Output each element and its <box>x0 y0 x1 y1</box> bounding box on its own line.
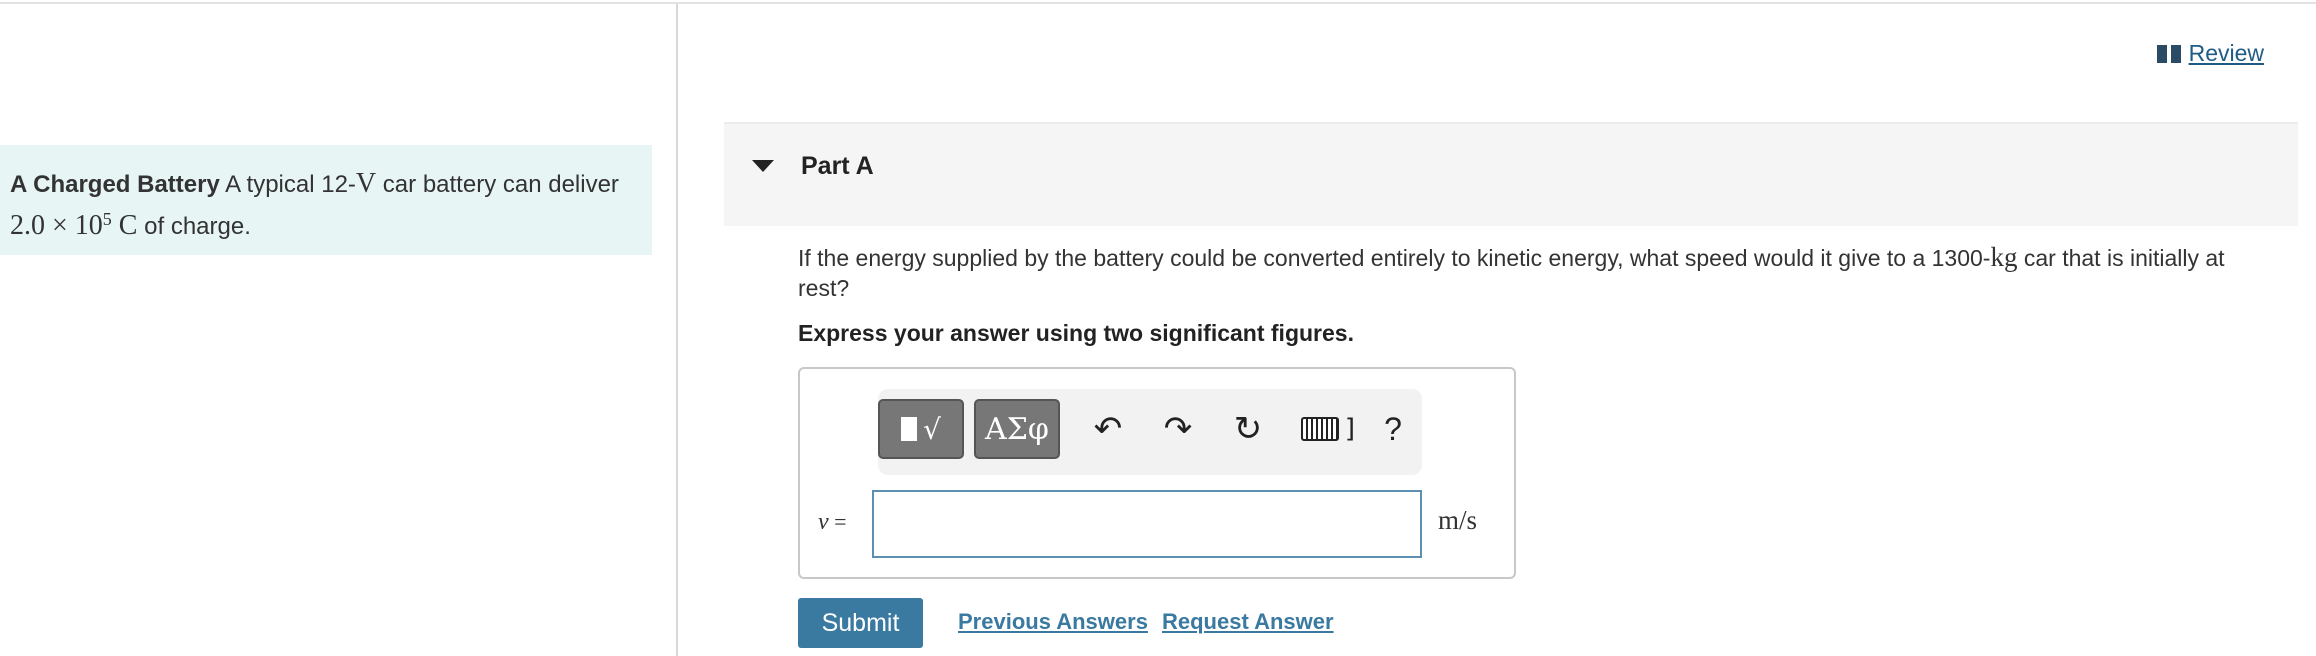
answer-unit: m/s <box>1438 505 1478 535</box>
volt-symbol: V <box>355 168 377 199</box>
variable-label: v = <box>818 509 847 536</box>
top-rule <box>0 0 2316 4</box>
equals-sign: = <box>828 509 847 534</box>
charge-mantissa: 2.0 × 10 <box>10 210 103 241</box>
review-link[interactable]: Review <box>2156 40 2264 67</box>
reset-icon[interactable]: ↻ <box>1228 407 1268 451</box>
question-text: If the energy supplied by the battery co… <box>798 242 2268 303</box>
review-label: Review <box>2188 40 2264 66</box>
book-icon <box>2156 44 2181 63</box>
keyboard-shortcuts-button[interactable]: ] <box>1298 407 1358 451</box>
charge-exponent: 5 <box>102 209 112 229</box>
answer-input[interactable] <box>872 490 1422 558</box>
charge-unit: C <box>111 210 138 241</box>
caret-down-icon[interactable] <box>752 160 774 172</box>
keyboard-icon <box>1300 417 1339 441</box>
intro-text-2: car battery can deliver <box>376 171 619 198</box>
redo-icon[interactable]: ↷ <box>1158 407 1198 451</box>
pane-divider <box>676 4 678 656</box>
answer-box: √ ΑΣφ ↶ ↷ ↻ ] ? v = m/s <box>798 367 1516 579</box>
help-button[interactable]: ? <box>1373 407 1413 451</box>
submit-button[interactable]: Submit <box>798 598 923 648</box>
part-header[interactable]: Part A <box>724 122 2298 226</box>
sqrt-icon: √ <box>923 412 941 446</box>
undo-icon[interactable]: ↶ <box>1088 407 1128 451</box>
math-toolbar: √ ΑΣφ ↶ ↷ ↻ ] ? <box>878 389 1422 475</box>
greek-symbols-button[interactable]: ΑΣφ <box>974 399 1060 459</box>
answer-instruction: Express your answer using two significan… <box>798 320 1354 346</box>
request-answer-link[interactable]: Request Answer <box>1162 609 1334 635</box>
intro-title: A Charged Battery <box>10 171 220 198</box>
previous-answers-link[interactable]: Previous Answers <box>958 609 1148 635</box>
part-title: Part A <box>801 152 874 180</box>
question-text-1: If the energy supplied by the battery co… <box>798 245 1991 271</box>
problem-intro: A Charged Battery A typical 12-V car bat… <box>0 145 652 255</box>
mass-unit: kg <box>1990 242 2018 272</box>
intro-text-1: A typical 12- <box>219 171 356 198</box>
template-square-icon <box>901 417 918 441</box>
variable-symbol: v <box>818 509 829 535</box>
intro-text-3: of charge. <box>137 213 251 240</box>
keyboard-bracket: ] <box>1344 414 1356 444</box>
templates-button[interactable]: √ <box>878 399 964 459</box>
